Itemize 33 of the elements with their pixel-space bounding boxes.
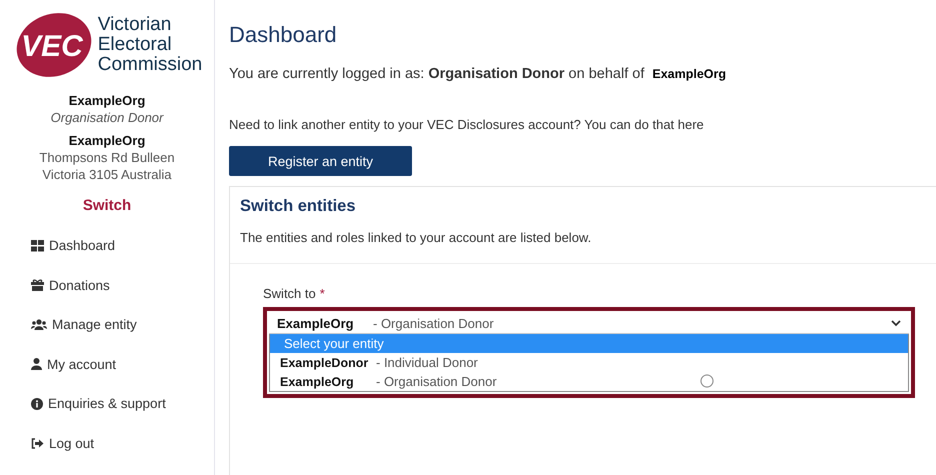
nav-item[interactable]: Enquiries & support [31, 384, 214, 424]
entity-name: ExampleOrg [68, 132, 146, 149]
login-status: You are currently logged in as: Organisation Donor on behalf of ExampleOrg [229, 66, 728, 82]
link-prompt: Need to link another entity to your VEC Disclosures account? You can do that here [229, 117, 705, 132]
user-icon [31, 358, 42, 370]
field-label: Switch to [263, 286, 316, 301]
dropdown-option[interactable]: ExampleDonor - Individual Donor [270, 353, 908, 372]
gift-icon [31, 279, 44, 292]
logo-text: Electoral [98, 35, 173, 55]
grid-icon [31, 240, 44, 252]
logout-icon [31, 438, 44, 449]
card-subtitle: The entities and roles linked to your account are listed below. [240, 230, 592, 245]
info-icon [31, 398, 43, 410]
users-icon [31, 319, 47, 330]
card-title: Switch entities [240, 197, 357, 216]
logo-text: Commission [98, 55, 202, 75]
switch-link[interactable]: Switch [82, 197, 132, 214]
required-mark: * [320, 286, 325, 301]
register-button[interactable]: Register an entity [229, 146, 412, 176]
nav-item[interactable]: My account [31, 344, 214, 384]
nav-item[interactable]: Donations [31, 266, 214, 305]
chevron-icon [891, 320, 901, 326]
account-name: ExampleOrg [68, 92, 146, 109]
dropdown-option[interactable]: ExampleOrg - Organisation Donor [270, 372, 908, 391]
address-line: Thompsons Rd Bulleen [39, 149, 175, 166]
nav-item[interactable]: Manage entity [31, 305, 214, 344]
nav-item[interactable]: Dashboard [31, 226, 214, 266]
address-line: Victoria 3105 Australia [42, 166, 172, 183]
cursor-icon [700, 374, 714, 388]
logo-text: Victorian [98, 15, 172, 35]
nav-item[interactable]: Log out [31, 424, 214, 463]
page-title: Dashboard [229, 22, 338, 48]
account-role: Organisation Donor [50, 109, 164, 126]
